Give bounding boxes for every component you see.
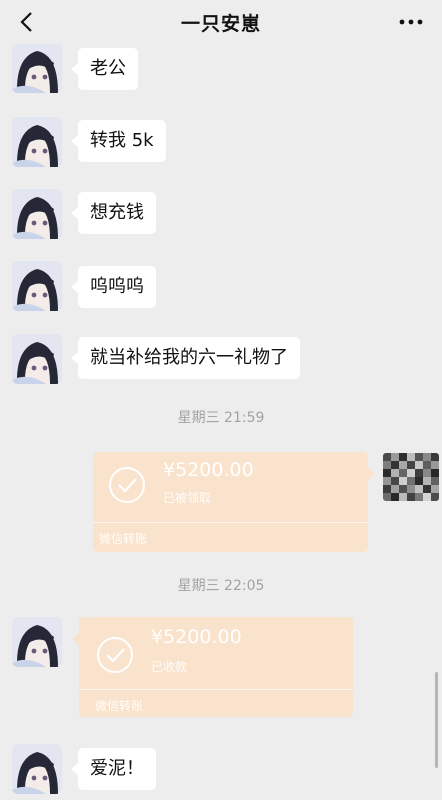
check-circle-icon bbox=[97, 637, 133, 673]
transfer-card[interactable]: ¥5200.00 已收款 微信转账 bbox=[72, 617, 353, 717]
transfer-amount: ¥5200.00 bbox=[151, 626, 242, 648]
timestamp: 星期三 21:59 bbox=[177, 410, 265, 426]
avatar-image bbox=[12, 117, 62, 167]
transfer-status: 已被领取 bbox=[163, 491, 212, 505]
contact-avatar[interactable] bbox=[12, 744, 62, 794]
timestamp: 星期三 22:05 bbox=[177, 578, 265, 594]
avatar-image bbox=[12, 744, 62, 794]
avatar-image bbox=[12, 43, 62, 93]
more-options-button[interactable] bbox=[398, 14, 424, 30]
message-bubble[interactable]: 呜呜呜 bbox=[71, 266, 156, 308]
more-horizontal-icon bbox=[399, 19, 423, 25]
transfer-divider bbox=[79, 689, 353, 690]
transfer-amount: ¥5200.00 bbox=[163, 459, 254, 481]
contact-avatar[interactable] bbox=[12, 334, 62, 384]
transfer-card[interactable]: ¥5200.00 已被领取 微信转账 bbox=[93, 452, 375, 552]
contact-avatar[interactable] bbox=[12, 117, 62, 167]
chat-header: 一只安崽 bbox=[0, 0, 442, 44]
transfer-brand: 微信转账 bbox=[99, 532, 148, 546]
avatar-image bbox=[12, 261, 62, 311]
transfer-divider bbox=[93, 522, 368, 523]
contact-avatar[interactable] bbox=[12, 617, 62, 667]
check-circle-icon bbox=[109, 467, 145, 503]
chat-title: 一只安崽 bbox=[180, 13, 261, 35]
avatar-image bbox=[12, 334, 62, 384]
contact-avatar[interactable] bbox=[12, 189, 62, 239]
message-bubble[interactable]: 想充钱 bbox=[71, 192, 156, 234]
pixelated-avatar-image bbox=[383, 453, 439, 501]
avatar-image bbox=[12, 189, 62, 239]
transfer-brand: 微信转账 bbox=[95, 699, 144, 713]
transfer-status: 已收款 bbox=[151, 660, 188, 674]
scrollbar[interactable] bbox=[435, 672, 438, 768]
contact-avatar[interactable] bbox=[12, 43, 62, 93]
message-bubble[interactable]: 就当补给我的六一礼物了 bbox=[71, 337, 300, 379]
message-bubble[interactable]: 转我 5k bbox=[71, 120, 166, 162]
my-avatar[interactable] bbox=[383, 453, 439, 501]
contact-avatar[interactable] bbox=[12, 261, 62, 311]
avatar-image bbox=[12, 617, 62, 667]
message-bubble[interactable]: 爱泥！ bbox=[71, 748, 156, 790]
message-bubble[interactable]: 老公 bbox=[71, 48, 138, 90]
